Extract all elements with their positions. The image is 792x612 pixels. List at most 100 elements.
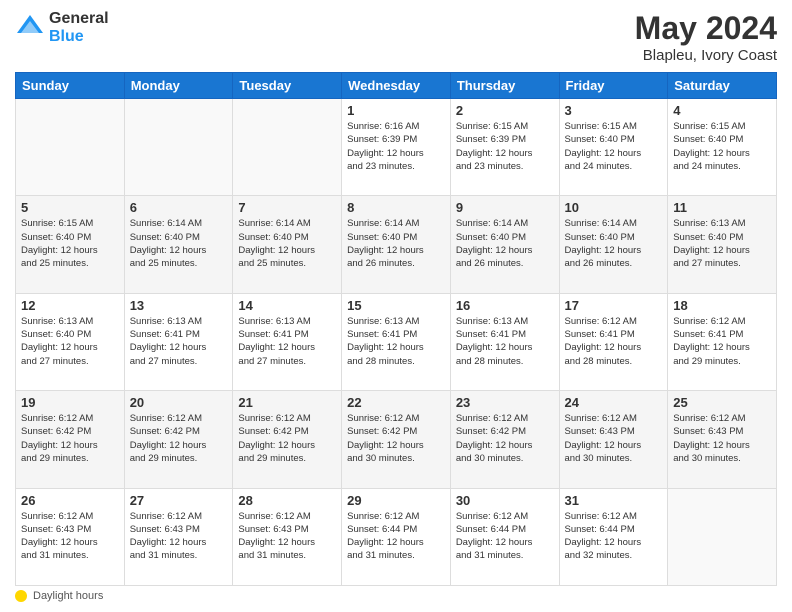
- calendar-week-row: 19Sunrise: 6:12 AM Sunset: 6:42 PM Dayli…: [16, 391, 777, 488]
- logo: General Blue: [15, 10, 109, 45]
- footer-label: Daylight hours: [33, 590, 103, 602]
- day-number: 14: [238, 298, 336, 313]
- day-detail: Sunrise: 6:13 AM Sunset: 6:41 PM Dayligh…: [347, 315, 445, 368]
- day-number: 12: [21, 298, 119, 313]
- calendar-week-row: 1Sunrise: 6:16 AM Sunset: 6:39 PM Daylig…: [16, 99, 777, 196]
- calendar-table: SundayMondayTuesdayWednesdayThursdayFrid…: [15, 72, 777, 586]
- day-detail: Sunrise: 6:12 AM Sunset: 6:41 PM Dayligh…: [673, 315, 771, 368]
- calendar-cell: 2 Sunrise: 6:15 AM Sunset: 6:39 PM Daylig…: [450, 99, 559, 196]
- day-detail: Sunrise: 6:12 AM Sunset: 6:43 PM Dayligh…: [673, 412, 771, 465]
- day-number: 30: [456, 493, 554, 508]
- day-number: 16: [456, 298, 554, 313]
- calendar-cell: 11 Sunrise: 6:13 AM Sunset: 6:40 PM Dayli…: [668, 196, 777, 293]
- calendar-cell: 26 Sunrise: 6:12 AM Sunset: 6:43 PM Dayli…: [16, 488, 125, 585]
- header: General Blue May 2024 Blapleu, Ivory Coa…: [15, 10, 777, 64]
- day-number: 1: [347, 103, 445, 118]
- calendar-weekday-sunday: Sunday: [16, 73, 125, 99]
- calendar-cell: 14 Sunrise: 6:13 AM Sunset: 6:41 PM Dayli…: [233, 293, 342, 390]
- day-number: 2: [456, 103, 554, 118]
- day-number: 18: [673, 298, 771, 313]
- day-detail: Sunrise: 6:15 AM Sunset: 6:40 PM Dayligh…: [565, 120, 663, 173]
- day-number: 6: [130, 200, 228, 215]
- day-detail: Sunrise: 6:12 AM Sunset: 6:44 PM Dayligh…: [347, 510, 445, 563]
- day-detail: Sunrise: 6:12 AM Sunset: 6:42 PM Dayligh…: [456, 412, 554, 465]
- day-number: 29: [347, 493, 445, 508]
- calendar-cell: 19Sunrise: 6:12 AM Sunset: 6:42 PM Dayli…: [16, 391, 125, 488]
- day-detail: Sunrise: 6:14 AM Sunset: 6:40 PM Dayligh…: [130, 217, 228, 270]
- calendar-cell: 16Sunrise: 6:13 AM Sunset: 6:41 PM Dayli…: [450, 293, 559, 390]
- calendar-cell: 5Sunrise: 6:15 AM Sunset: 6:40 PM Daylig…: [16, 196, 125, 293]
- calendar-cell: 18 Sunrise: 6:12 AM Sunset: 6:41 PM Dayli…: [668, 293, 777, 390]
- calendar-cell: 3 Sunrise: 6:15 AM Sunset: 6:40 PM Daylig…: [559, 99, 668, 196]
- logo-general: General: [49, 10, 109, 28]
- calendar-week-row: 12 Sunrise: 6:13 AM Sunset: 6:40 PM Dayli…: [16, 293, 777, 390]
- day-detail: Sunrise: 6:14 AM Sunset: 6:40 PM Dayligh…: [238, 217, 336, 270]
- day-detail: Sunrise: 6:15 AM Sunset: 6:39 PM Dayligh…: [456, 120, 554, 173]
- calendar-cell: 6 Sunrise: 6:14 AM Sunset: 6:40 PM Daylig…: [124, 196, 233, 293]
- calendar-cell: [16, 99, 125, 196]
- calendar-cell: 22Sunrise: 6:12 AM Sunset: 6:42 PM Dayli…: [342, 391, 451, 488]
- title-location: Blapleu, Ivory Coast: [635, 47, 777, 64]
- day-number: 9: [456, 200, 554, 215]
- title-month: May 2024: [635, 10, 777, 47]
- calendar-cell: [668, 488, 777, 585]
- day-detail: Sunrise: 6:13 AM Sunset: 6:40 PM Dayligh…: [673, 217, 771, 270]
- calendar-weekday-saturday: Saturday: [668, 73, 777, 99]
- calendar-cell: 24Sunrise: 6:12 AM Sunset: 6:43 PM Dayli…: [559, 391, 668, 488]
- day-number: 28: [238, 493, 336, 508]
- day-detail: Sunrise: 6:12 AM Sunset: 6:43 PM Dayligh…: [238, 510, 336, 563]
- day-number: 15: [347, 298, 445, 313]
- day-number: 4: [673, 103, 771, 118]
- day-number: 20: [130, 395, 228, 410]
- calendar-header-row: SundayMondayTuesdayWednesdayThursdayFrid…: [16, 73, 777, 99]
- day-number: 27: [130, 493, 228, 508]
- day-number: 21: [238, 395, 336, 410]
- day-number: 3: [565, 103, 663, 118]
- day-number: 17: [565, 298, 663, 313]
- calendar-cell: 17 Sunrise: 6:12 AM Sunset: 6:41 PM Dayli…: [559, 293, 668, 390]
- calendar-cell: 20 Sunrise: 6:12 AM Sunset: 6:42 PM Dayli…: [124, 391, 233, 488]
- day-detail: Sunrise: 6:13 AM Sunset: 6:41 PM Dayligh…: [130, 315, 228, 368]
- title-block: May 2024 Blapleu, Ivory Coast: [635, 10, 777, 64]
- calendar-cell: [233, 99, 342, 196]
- calendar-cell: 21Sunrise: 6:12 AM Sunset: 6:42 PM Dayli…: [233, 391, 342, 488]
- logo-icon: [15, 13, 45, 43]
- calendar-weekday-monday: Monday: [124, 73, 233, 99]
- day-detail: Sunrise: 6:13 AM Sunset: 6:41 PM Dayligh…: [238, 315, 336, 368]
- day-detail: Sunrise: 6:13 AM Sunset: 6:40 PM Dayligh…: [21, 315, 119, 368]
- daylight-dot: [15, 590, 27, 602]
- calendar-cell: 1Sunrise: 6:16 AM Sunset: 6:39 PM Daylig…: [342, 99, 451, 196]
- calendar-cell: 30 Sunrise: 6:12 AM Sunset: 6:44 PM Dayli…: [450, 488, 559, 585]
- day-number: 7: [238, 200, 336, 215]
- day-number: 5: [21, 200, 119, 215]
- day-detail: Sunrise: 6:12 AM Sunset: 6:42 PM Dayligh…: [21, 412, 119, 465]
- day-detail: Sunrise: 6:12 AM Sunset: 6:43 PM Dayligh…: [21, 510, 119, 563]
- logo-blue: Blue: [49, 28, 109, 46]
- day-detail: Sunrise: 6:12 AM Sunset: 6:41 PM Dayligh…: [565, 315, 663, 368]
- logo-text: General Blue: [49, 10, 109, 45]
- calendar-cell: 8 Sunrise: 6:14 AM Sunset: 6:40 PM Daylig…: [342, 196, 451, 293]
- calendar-cell: 13Sunrise: 6:13 AM Sunset: 6:41 PM Dayli…: [124, 293, 233, 390]
- calendar-cell: [124, 99, 233, 196]
- day-number: 26: [21, 493, 119, 508]
- calendar-weekday-thursday: Thursday: [450, 73, 559, 99]
- day-detail: Sunrise: 6:14 AM Sunset: 6:40 PM Dayligh…: [565, 217, 663, 270]
- calendar-cell: 4Sunrise: 6:15 AM Sunset: 6:40 PM Daylig…: [668, 99, 777, 196]
- calendar-cell: 25Sunrise: 6:12 AM Sunset: 6:43 PM Dayli…: [668, 391, 777, 488]
- day-number: 23: [456, 395, 554, 410]
- day-number: 11: [673, 200, 771, 215]
- day-number: 31: [565, 493, 663, 508]
- page: General Blue May 2024 Blapleu, Ivory Coa…: [0, 0, 792, 612]
- day-detail: Sunrise: 6:12 AM Sunset: 6:43 PM Dayligh…: [565, 412, 663, 465]
- calendar-cell: 10 Sunrise: 6:14 AM Sunset: 6:40 PM Dayli…: [559, 196, 668, 293]
- calendar-cell: 28 Sunrise: 6:12 AM Sunset: 6:43 PM Dayli…: [233, 488, 342, 585]
- day-detail: Sunrise: 6:12 AM Sunset: 6:44 PM Dayligh…: [456, 510, 554, 563]
- calendar-weekday-wednesday: Wednesday: [342, 73, 451, 99]
- calendar-week-row: 5Sunrise: 6:15 AM Sunset: 6:40 PM Daylig…: [16, 196, 777, 293]
- day-number: 8: [347, 200, 445, 215]
- calendar-week-row: 26 Sunrise: 6:12 AM Sunset: 6:43 PM Dayli…: [16, 488, 777, 585]
- day-detail: Sunrise: 6:14 AM Sunset: 6:40 PM Dayligh…: [347, 217, 445, 270]
- day-number: 10: [565, 200, 663, 215]
- day-detail: Sunrise: 6:12 AM Sunset: 6:44 PM Dayligh…: [565, 510, 663, 563]
- day-detail: Sunrise: 6:12 AM Sunset: 6:42 PM Dayligh…: [130, 412, 228, 465]
